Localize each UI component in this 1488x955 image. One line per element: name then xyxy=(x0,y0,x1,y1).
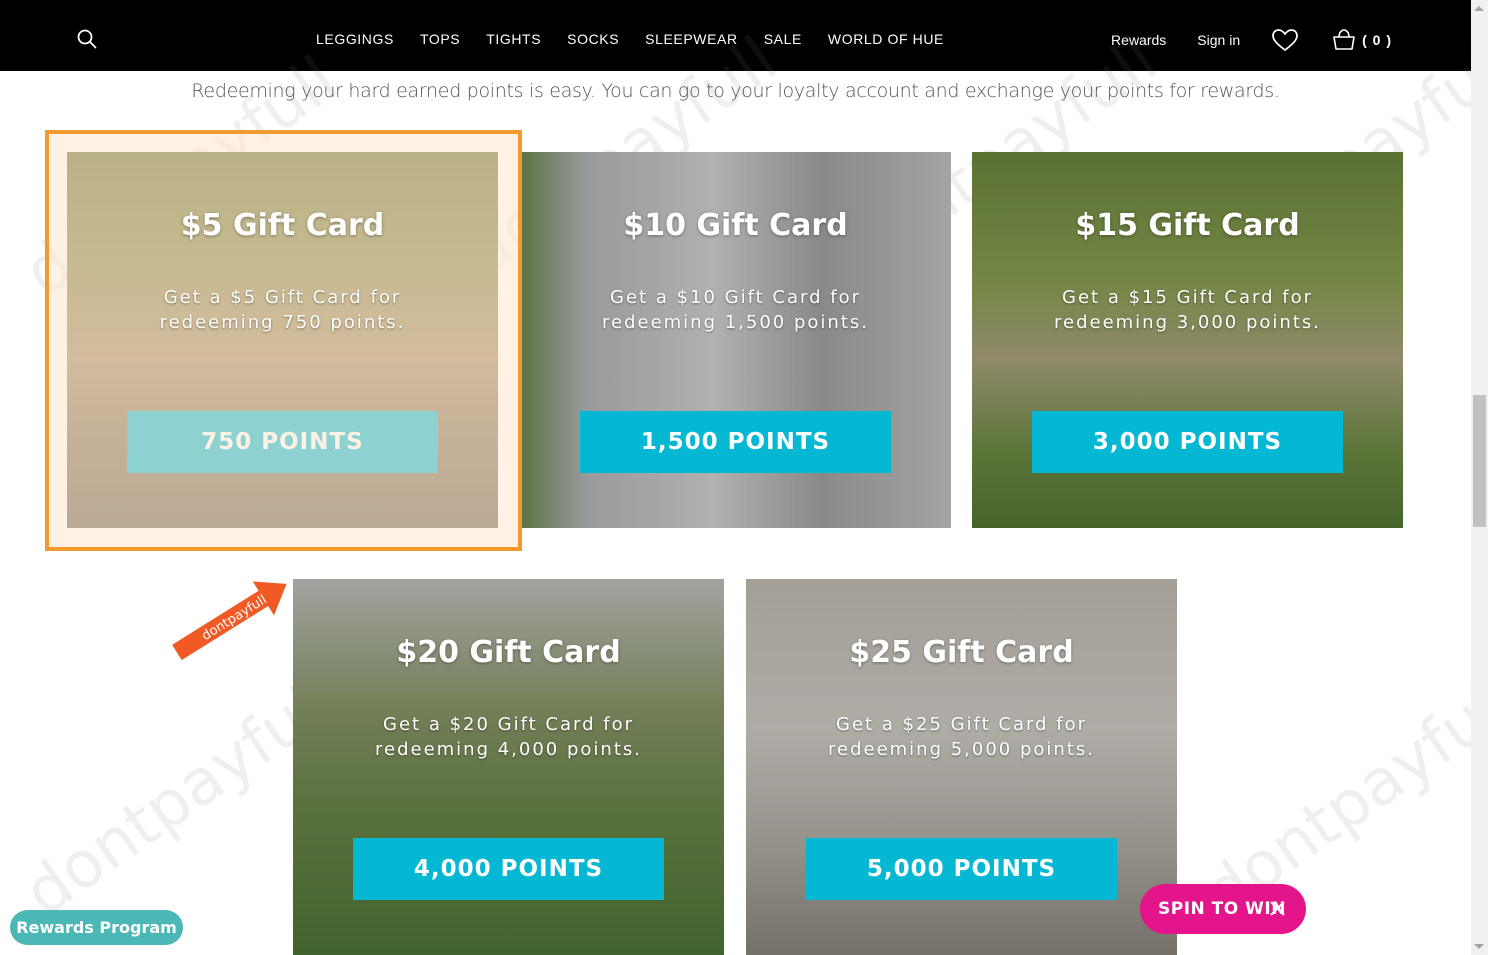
scroll-down-icon[interactable] xyxy=(1474,944,1484,949)
gift-card-15: $15 Gift Card Get a $15 Gift Card for re… xyxy=(972,152,1403,528)
sign-in-link[interactable]: Sign in xyxy=(1197,32,1240,48)
heart-icon[interactable] xyxy=(1271,28,1299,52)
redeem-3000-points-button[interactable]: 3,000 POINTS xyxy=(1032,411,1343,473)
card-description-line: Get a $10 Gift Card for xyxy=(610,287,861,308)
card-title: $10 Gift Card xyxy=(623,208,848,243)
arrow-tag-icon: dontpayfull xyxy=(169,579,290,663)
card-description-line: redeeming 1,500 points. xyxy=(601,312,869,333)
card-description-line: Get a $15 Gift Card for xyxy=(1062,287,1313,308)
nav-sale[interactable]: SALE xyxy=(764,31,802,47)
card-description: Get a $25 Gift Card for redeeming 5,000 … xyxy=(806,712,1117,762)
scroll-up-icon[interactable] xyxy=(1474,6,1484,11)
scrollbar-thumb[interactable] xyxy=(1473,395,1486,527)
spin-to-win-button[interactable]: SPIN TO WIN xyxy=(1140,884,1306,934)
header-actions: Rewards Sign in ( 0 ) xyxy=(1111,28,1392,52)
gift-card-25: $25 Gift Card Get a $25 Gift Card for re… xyxy=(746,579,1177,955)
search-icon[interactable] xyxy=(76,28,100,52)
card-description-line: Get a $5 Gift Card for xyxy=(163,287,402,308)
nav-tights[interactable]: TIGHTS xyxy=(486,31,541,47)
card-description: Get a $20 Gift Card for redeeming 4,000 … xyxy=(353,712,664,762)
nav-tops[interactable]: TOPS xyxy=(420,31,460,47)
redeem-5000-points-button[interactable]: 5,000 POINTS xyxy=(806,838,1117,900)
card-description: Get a $10 Gift Card for redeeming 1,500 … xyxy=(580,285,891,335)
redeem-1500-points-button[interactable]: 1,500 POINTS xyxy=(580,411,891,473)
nav-leggings[interactable]: LEGGINGS xyxy=(316,31,394,47)
rewards-link[interactable]: Rewards xyxy=(1111,32,1166,48)
page: LEGGINGS TOPS TIGHTS SOCKS SLEEPWEAR SAL… xyxy=(0,0,1488,955)
cart-count: ( 0 ) xyxy=(1362,32,1392,48)
spin-to-win-label: SPIN TO WIN xyxy=(1158,899,1286,919)
gift-card-10: $10 Gift Card Get a $10 Gift Card for re… xyxy=(520,152,951,528)
nav-sleepwear[interactable]: SLEEPWEAR xyxy=(645,31,738,47)
redeem-750-points-button[interactable]: 750 POINTS xyxy=(127,411,438,473)
top-navigation-bar: LEGGINGS TOPS TIGHTS SOCKS SLEEPWEAR SAL… xyxy=(0,0,1471,71)
arrow-tag-label: dontpayfull xyxy=(199,592,269,644)
nav-world-of-hue[interactable]: WORLD OF HUE xyxy=(828,31,944,47)
gift-card-5: $5 Gift Card Get a $5 Gift Card for rede… xyxy=(67,152,498,528)
card-description-line: Get a $25 Gift Card for xyxy=(836,714,1087,735)
card-description-line: redeeming 3,000 points. xyxy=(1053,312,1321,333)
cart-icon xyxy=(1333,29,1355,50)
nav-socks[interactable]: SOCKS xyxy=(567,31,619,47)
intro-text: Redeeming your hard earned points is eas… xyxy=(191,80,1280,102)
card-description-line: Get a $20 Gift Card for xyxy=(383,714,634,735)
card-description-line: redeeming 5,000 points. xyxy=(827,739,1095,760)
cart-button[interactable]: ( 0 ) xyxy=(1331,28,1392,52)
card-description-line: redeeming 4,000 points. xyxy=(374,739,642,760)
gift-card-20: $20 Gift Card Get a $20 Gift Card for re… xyxy=(293,579,724,955)
card-title: $5 Gift Card xyxy=(180,208,385,243)
card-description: Get a $5 Gift Card for redeeming 750 poi… xyxy=(127,285,438,335)
card-description-line: redeeming 750 points. xyxy=(159,312,406,333)
close-icon[interactable] xyxy=(1269,900,1286,917)
card-title: $20 Gift Card xyxy=(396,635,621,670)
vertical-scrollbar[interactable] xyxy=(1471,0,1488,955)
redeem-4000-points-button[interactable]: 4,000 POINTS xyxy=(353,838,664,900)
card-description: Get a $15 Gift Card for redeeming 3,000 … xyxy=(1032,285,1343,335)
main-nav: LEGGINGS TOPS TIGHTS SOCKS SLEEPWEAR SAL… xyxy=(316,31,970,47)
card-title: $15 Gift Card xyxy=(1075,208,1300,243)
rewards-program-button[interactable]: Rewards Program xyxy=(10,910,183,945)
card-title: $25 Gift Card xyxy=(849,635,1074,670)
